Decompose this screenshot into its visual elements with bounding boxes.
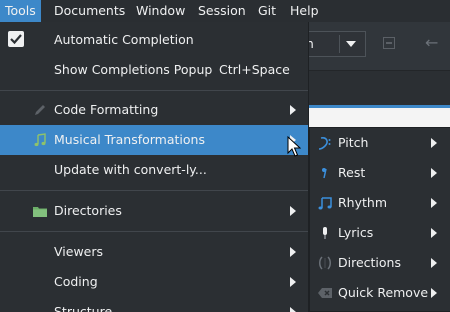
submenu-item-quick-remove[interactable]: Quick Remove	[310, 278, 450, 308]
submenu-arrow-icon	[431, 228, 437, 238]
submenu-item-lyrics[interactable]: Lyrics	[310, 218, 450, 248]
menu-item-label: Structure	[54, 304, 113, 312]
submenu-item-label: Lyrics	[338, 225, 374, 240]
menu-separator	[0, 190, 308, 191]
menu-window[interactable]: Window	[131, 0, 190, 22]
menu-item-label: Automatic Completion	[54, 32, 194, 47]
menu-help[interactable]: Help	[285, 0, 324, 22]
menu-item-shortcut: Ctrl+Space	[219, 62, 290, 77]
menu-item-code-formatting[interactable]: Code Formatting	[0, 95, 308, 125]
submenu-item-pitch[interactable]: Pitch	[310, 128, 450, 158]
rest-icon	[317, 165, 333, 181]
submenu-item-label: Pitch	[338, 135, 369, 150]
menu-item-directories[interactable]: Directories	[0, 196, 308, 226]
menu-item-label: Viewers	[54, 244, 104, 259]
menu-item-automatic-completion[interactable]: Automatic Completion	[0, 25, 308, 55]
folder-icon	[32, 203, 48, 219]
menu-item-update-convert-ly[interactable]: Update with convert-ly...	[0, 155, 308, 185]
quick-remove-icon	[317, 285, 333, 301]
pitch-icon	[317, 135, 333, 151]
submenu-item-label: Quick Remove	[338, 285, 429, 300]
menu-item-label: Code Formatting	[54, 102, 159, 117]
submenu-arrow-icon	[290, 307, 296, 312]
menu-documents[interactable]: Documents	[49, 0, 130, 22]
menu-separator	[0, 90, 308, 91]
submenu-item-directions[interactable]: Directions	[310, 248, 450, 278]
menu-item-label: Directories	[54, 203, 122, 218]
submenu-arrow-icon	[290, 247, 296, 257]
menu-item-musical-transformations[interactable]: Musical Transformations	[0, 125, 308, 155]
menu-item-label: Show Completions Popup	[54, 62, 213, 77]
tools-menu: Automatic Completion Show Completions Po…	[0, 22, 309, 312]
submenu-arrow-icon	[290, 206, 296, 216]
submenu-item-rest[interactable]: Rest	[310, 158, 450, 188]
menu-item-structure[interactable]: Structure	[0, 297, 308, 312]
menu-item-viewers[interactable]: Viewers	[0, 237, 308, 267]
submenu-arrow-icon	[431, 168, 437, 178]
checkbox-checked-icon[interactable]	[8, 31, 24, 47]
submenu-arrow-icon	[290, 105, 296, 115]
submenu-arrow-icon	[431, 288, 437, 298]
chevron-down-icon[interactable]	[346, 41, 356, 47]
menu-item-label: Coding	[54, 274, 98, 289]
menu-item-label: Musical Transformations	[54, 132, 205, 147]
menu-item-label: Update with convert-ly...	[54, 162, 207, 177]
back-arrow-icon[interactable]: ←	[425, 34, 438, 52]
submenu-item-label: Rhythm	[338, 195, 388, 210]
menu-item-show-completions-popup[interactable]: Show Completions Popup Ctrl+Space	[0, 55, 308, 85]
music-note-icon	[32, 132, 48, 148]
submenu-arrow-icon	[431, 138, 437, 148]
submenu-arrow-icon	[431, 198, 437, 208]
menu-separator	[0, 231, 308, 232]
submenu-arrow-icon	[290, 277, 296, 287]
musical-transformations-submenu: Pitch Rest Rhythm Lyrics Directions Quic	[309, 127, 450, 312]
mouse-pointer-icon	[287, 135, 302, 158]
rhythm-icon	[317, 195, 333, 211]
menubar: Tools Documents Window Session Git Help	[0, 0, 450, 22]
toolbar-disabled-icon	[383, 37, 395, 49]
directions-icon	[317, 255, 333, 271]
menu-git[interactable]: Git	[253, 0, 281, 22]
document-tabs-bar	[300, 70, 450, 105]
submenu-item-label: Directions	[338, 255, 401, 270]
menu-item-coding[interactable]: Coding	[0, 267, 308, 297]
pencil-icon	[32, 102, 48, 118]
submenu-item-rhythm[interactable]: Rhythm	[310, 188, 450, 218]
submenu-arrow-icon	[431, 258, 437, 268]
microphone-icon	[317, 225, 333, 241]
menu-session[interactable]: Session	[193, 0, 251, 22]
combo-separator	[339, 35, 340, 53]
menu-tools[interactable]: Tools	[0, 0, 41, 22]
submenu-item-label: Rest	[338, 165, 366, 180]
